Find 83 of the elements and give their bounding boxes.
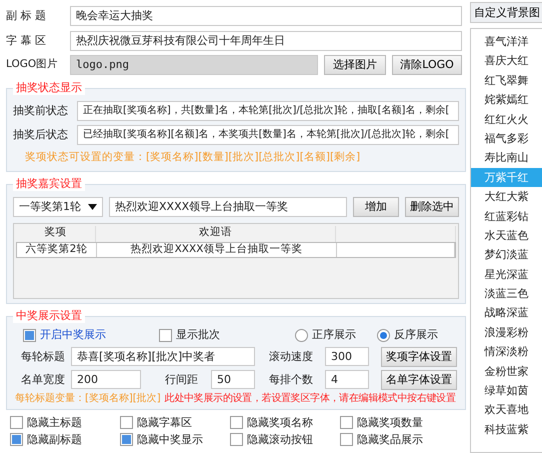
field-label: 副 标 题 (6, 8, 47, 22)
speed-field[interactable]: 300 (325, 347, 369, 366)
theme-item[interactable]: 星光深蓝 (471, 264, 542, 284)
checkbox-label[interactable]: 隐藏副标题 (27, 433, 82, 446)
theme-item[interactable]: 情深淡粉 (471, 342, 542, 362)
checkbox[interactable] (230, 416, 243, 430)
checkbox-label[interactable]: 隐藏奖项名称 (247, 416, 313, 430)
checkbox[interactable] (120, 416, 133, 430)
caret-icon (88, 204, 97, 210)
custom-background-button[interactable]: 自定义背景图 (470, 2, 542, 23)
greeting-field[interactable]: 热烈欢迎XXXX领导上台抽取一等奖 (109, 197, 347, 217)
checkbox[interactable] (10, 433, 23, 446)
field-label: 行间距 (165, 372, 199, 386)
prize-select[interactable]: 一等奖第1轮 (13, 197, 103, 217)
field-label: 滚动速度 (269, 350, 314, 364)
table-cell: 热烈欢迎XXXX领导上台抽取一等奖 (97, 243, 337, 257)
checkbox-label[interactable]: 隐藏奖品展示 (357, 433, 423, 446)
checkbox[interactable] (23, 328, 36, 342)
theme-item[interactable]: 红飞翠舞 (471, 70, 542, 90)
field-label: 抽奖后状态 (13, 128, 69, 142)
field-label: 字 幕 区 (6, 34, 47, 48)
variables-hint: 奖项状态可设置的变量：[奖项名称][数量][批次][总批次][名额][剩余] (25, 150, 360, 164)
logo-button[interactable]: 选择图片 (324, 54, 386, 74)
table-cell: 六等奖第2轮 (17, 243, 97, 257)
status-field[interactable]: 已经抽取[奖项名称][名额]名，本奖项共[数量]名，本轮第[批次]/[总批次]轮，剩余[ (77, 125, 459, 145)
theme-item[interactable]: 喜气洋洋 (471, 32, 542, 52)
guest-button[interactable]: 增加 (353, 197, 399, 217)
checkbox-label[interactable]: 显示批次 (176, 328, 220, 342)
theme-item[interactable]: 梦幻淡蓝 (471, 245, 542, 265)
group-title: 抽奖嘉宾设置 (13, 177, 85, 191)
theme-item[interactable]: 科技蓝紫 (471, 420, 542, 440)
title-variables-hint: 每轮标题变量：[奖项名称][批次] (15, 393, 161, 405)
logo-button[interactable]: 清除LOGO (392, 54, 462, 74)
group-title: 抽奖状态显示 (13, 81, 85, 95)
checkbox[interactable] (340, 416, 353, 430)
field-label: 抽奖前状态 (13, 104, 69, 118)
theme-item[interactable]: 喜庆大红 (471, 51, 542, 71)
table-row[interactable]: 六等奖第2轮 热烈欢迎XXXX领导上台抽取一等奖 (16, 242, 456, 258)
theme-item[interactable]: 金粉世家 (471, 362, 542, 382)
field-label: 每轮标题 (20, 350, 65, 364)
theme-item[interactable]: 欢天喜地 (471, 400, 542, 420)
checkbox[interactable] (10, 416, 23, 430)
logo-path-field[interactable]: logo.png (70, 54, 318, 74)
checkbox-label[interactable]: 隐藏字幕区 (137, 416, 192, 430)
theme-item[interactable]: 红蓝彩钻 (471, 206, 542, 226)
theme-item[interactable]: 寿比南山 (471, 148, 542, 168)
per-row-field[interactable]: 4 (325, 370, 369, 389)
field-label: 名单宽度 (20, 372, 65, 386)
theme-item[interactable]: 浪漫彩粉 (471, 322, 542, 342)
checkbox[interactable] (230, 433, 243, 446)
checkbox-label[interactable]: 隐藏奖项数量 (357, 416, 423, 430)
checkbox[interactable] (120, 433, 133, 446)
status-field[interactable]: 正在抽取[奖项名称]，共[数量]名，本轮第[批次]/[总批次]轮，抽取[名额]名，剩余[ (77, 101, 459, 121)
checkbox-label[interactable]: 隐藏主标题 (27, 416, 82, 430)
title-field[interactable]: 恭喜[奖项名称][批次]中奖者 (71, 347, 255, 366)
theme-item[interactable]: 战略深蓝 (471, 303, 542, 323)
checkbox-label[interactable]: 隐藏中奖显示 (137, 433, 203, 446)
theme-item[interactable]: 红红火火 (471, 110, 542, 129)
theme-item[interactable]: 水天蓝色 (471, 226, 542, 246)
guest-button[interactable]: 删除选中 (405, 197, 459, 217)
checkbox-label[interactable]: 隐藏滚动按钮 (247, 433, 313, 446)
radio-label[interactable]: 反序展示 (394, 328, 438, 342)
theme-item[interactable]: 福气多彩 (471, 128, 542, 148)
text-field[interactable]: 晚会幸运大抽奖 (70, 6, 462, 26)
field-label: 每排个数 (269, 372, 314, 386)
list-font-button[interactable]: 名单字体设置 (381, 370, 457, 390)
field-label: LOGO图片 (6, 58, 60, 71)
theme-item[interactable]: 姹紫嫣红 (471, 90, 542, 110)
theme-item[interactable]: 淡蓝三色 (471, 284, 542, 304)
width-field[interactable]: 200 (71, 370, 141, 389)
settings-note: 此处中奖展示的设置，若设置奖区字体，请在编辑模式中按右键设置 (164, 393, 456, 405)
checkbox-label[interactable]: 开启中奖展示 (40, 328, 106, 342)
radio-label[interactable]: 正序展示 (312, 328, 356, 342)
radio-button[interactable] (295, 328, 308, 342)
checkbox[interactable] (159, 328, 172, 342)
group-title: 中奖展示设置 (13, 309, 85, 323)
prize-font-button[interactable]: 奖项字体设置 (381, 346, 457, 366)
theme-item[interactable]: 大红大紫 (471, 187, 542, 207)
theme-item[interactable]: 绿草如茵 (471, 381, 542, 400)
radio-button[interactable] (377, 328, 390, 342)
spacing-field[interactable]: 50 (211, 370, 255, 389)
text-field[interactable]: 热烈庆祝微豆芽科技有限公司十年周年生日 (70, 30, 462, 50)
checkbox[interactable] (340, 433, 353, 446)
